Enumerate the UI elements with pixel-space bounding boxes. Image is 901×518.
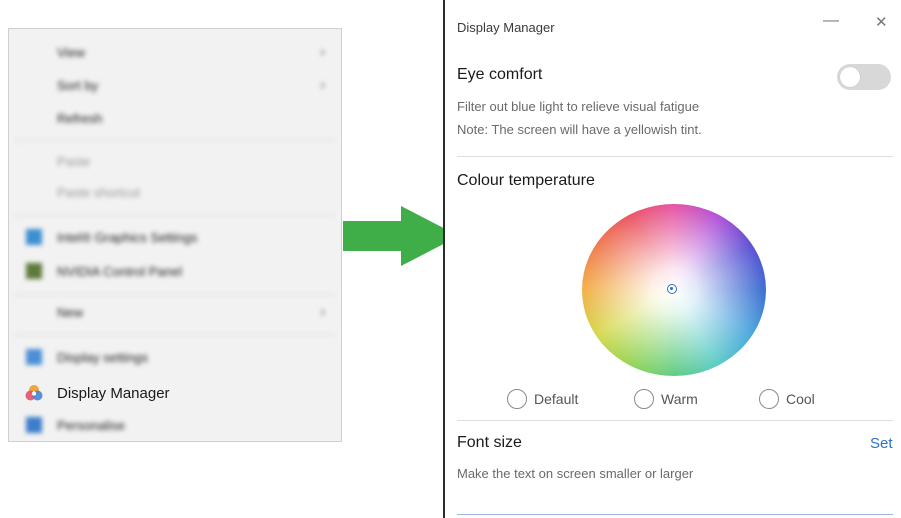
menu-item-paste-shortcut[interactable]: Paste shortcut: [9, 177, 341, 207]
menu-item-intel-graphics[interactable]: Intel® Graphics Settings: [9, 222, 341, 252]
eye-comfort-description: Filter out blue light to relieve visual …: [457, 99, 700, 114]
radio-circle[interactable]: [507, 389, 527, 409]
display-settings-icon: [26, 349, 42, 365]
menu-separator: [15, 334, 335, 335]
menu-item-sort-by[interactable]: Sort by ›: [9, 70, 341, 100]
personalise-icon: [26, 417, 42, 433]
window-title: Display Manager: [457, 20, 555, 35]
colour-wheel-marker[interactable]: [667, 284, 677, 294]
intel-graphics-icon: [26, 229, 42, 245]
toggle-knob: [840, 67, 860, 87]
context-menu: View › Sort by › Refresh Paste Paste sho…: [8, 28, 342, 442]
menu-item-new[interactable]: New ›: [9, 297, 341, 327]
chevron-right-icon: ›: [320, 43, 325, 59]
chevron-right-icon: ›: [320, 303, 325, 319]
font-size-title: Font size: [457, 434, 522, 451]
chevron-right-icon: ›: [320, 76, 325, 92]
menu-separator: [15, 215, 335, 216]
nvidia-icon: [26, 263, 42, 279]
close-button[interactable]: ✕: [875, 13, 888, 31]
radio-circle[interactable]: [759, 389, 779, 409]
menu-item-paste[interactable]: Paste: [9, 146, 341, 176]
eye-comfort-note: Note: The screen will have a yellowish t…: [457, 122, 702, 137]
section-divider: [457, 514, 893, 515]
font-size-description: Make the text on screen smaller or large…: [457, 466, 694, 481]
colour-temperature-title: Colour temperature: [457, 172, 595, 189]
display-manager-icon: [25, 385, 43, 401]
eye-comfort-title: Eye comfort: [457, 66, 543, 83]
section-divider: [457, 156, 893, 157]
radio-circle[interactable]: [634, 389, 654, 409]
menu-item-display-manager[interactable]: Display Manager: [9, 376, 341, 410]
menu-item-nvidia-control-panel[interactable]: NVIDIA Control Panel: [9, 256, 341, 286]
menu-item-refresh[interactable]: Refresh: [9, 103, 341, 133]
menu-separator: [15, 294, 335, 295]
menu-item-personalise[interactable]: Personalise: [9, 410, 341, 440]
menu-item-display-settings[interactable]: Display settings: [9, 342, 341, 372]
minimize-button[interactable]: —: [823, 12, 839, 30]
eye-comfort-toggle[interactable]: [837, 64, 891, 90]
menu-item-view[interactable]: View ›: [9, 37, 341, 67]
menu-separator: [15, 140, 335, 141]
display-manager-window: Display Manager — ✕ Eye comfort Filter o…: [443, 0, 901, 518]
font-size-set-link[interactable]: Set: [870, 435, 893, 452]
section-divider: [457, 420, 893, 421]
